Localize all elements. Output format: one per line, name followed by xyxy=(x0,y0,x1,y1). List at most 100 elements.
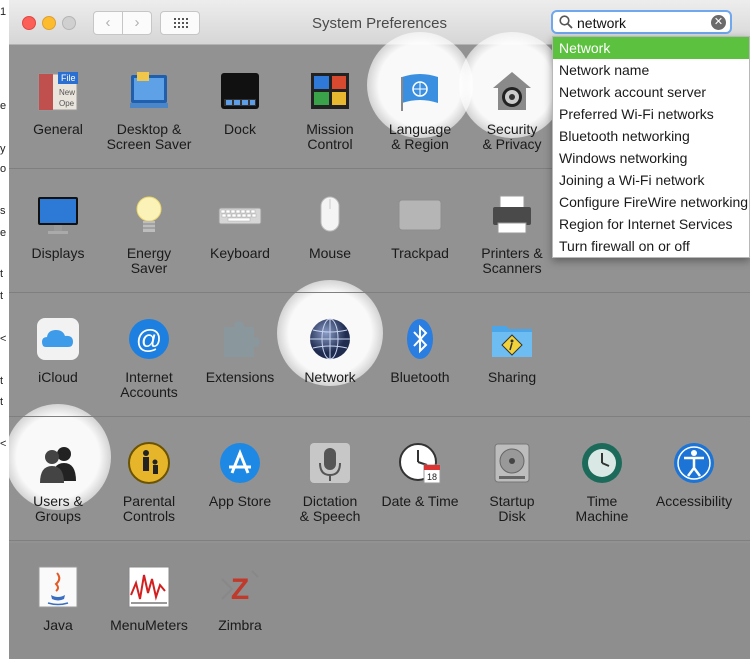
pref-pane-displays[interactable]: Displays xyxy=(13,193,103,261)
pref-pane-label: Language & Region xyxy=(388,121,452,152)
pref-pane-trackpad[interactable]: Trackpad xyxy=(375,193,465,261)
pref-pane-label: Time Machine xyxy=(575,493,629,524)
svg-text:18: 18 xyxy=(427,472,437,482)
at-sign-icon: @ xyxy=(127,317,171,361)
dock-icon xyxy=(218,69,262,113)
pref-pane-label: MenuMeters xyxy=(110,617,188,633)
cloud-icon xyxy=(36,317,80,361)
zimbra-icon: Z xyxy=(218,565,262,609)
menumeters-icon xyxy=(127,565,171,609)
search-suggestion-item[interactable]: Network name xyxy=(553,59,749,81)
pref-pane-network[interactable]: Network xyxy=(285,317,375,385)
hard-disk-icon xyxy=(490,441,534,485)
pref-pane-label: Internet Accounts xyxy=(120,369,178,400)
svg-text:File: File xyxy=(61,73,76,83)
pref-pane-desktop-screen-saver[interactable]: Desktop & Screen Saver xyxy=(104,69,194,152)
pref-pane-keyboard[interactable]: Keyboard xyxy=(195,193,285,261)
pref-pane-label: Displays xyxy=(31,245,85,261)
mouse-icon xyxy=(308,193,352,237)
pref-pane-internet-accounts[interactable]: @ Internet Accounts xyxy=(104,317,194,400)
pref-pane-label: App Store xyxy=(208,493,272,509)
globe-icon xyxy=(308,317,352,361)
pref-pane-bluetooth[interactable]: Bluetooth xyxy=(375,317,465,385)
accessibility-icon xyxy=(672,441,716,485)
pref-pane-label: Startup Disk xyxy=(489,493,535,524)
search-suggestions-menu: Network Network name Network account serve… xyxy=(552,36,750,258)
users-icon xyxy=(36,441,80,485)
search-suggestion-item[interactable]: Region for Internet Services xyxy=(553,213,749,235)
desktop-icon xyxy=(127,69,171,113)
pref-pane-extensions[interactable]: Extensions xyxy=(195,317,285,385)
search-field[interactable]: ✕ xyxy=(551,10,732,34)
search-suggestion-item[interactable]: Network account server xyxy=(553,81,749,103)
pref-pane-dictation-speech[interactable]: Dictation & Speech xyxy=(285,441,375,524)
preference-row: Java MenuMeters Z Zimbra xyxy=(9,543,750,659)
pref-pane-parental-controls[interactable]: Parental Controls xyxy=(104,441,194,524)
keyboard-icon xyxy=(218,193,262,237)
pref-pane-label: Dock xyxy=(224,121,256,137)
parental-icon xyxy=(127,441,171,485)
lightbulb-icon xyxy=(127,193,171,237)
search-suggestion-item[interactable]: Preferred Wi-Fi networks xyxy=(553,103,749,125)
pref-pane-time-machine[interactable]: Time Machine xyxy=(557,441,647,524)
java-icon xyxy=(36,565,80,609)
svg-text:Ope: Ope xyxy=(59,99,75,108)
house-lock-icon xyxy=(490,69,534,113)
search-suggestion-item[interactable]: Configure FireWire networking xyxy=(553,191,749,213)
pref-pane-label: Mouse xyxy=(308,245,352,261)
trackpad-icon xyxy=(398,193,442,237)
search-suggestion-item[interactable]: Windows networking xyxy=(553,147,749,169)
pref-pane-icloud[interactable]: iCloud xyxy=(13,317,103,385)
pref-pane-dock[interactable]: Dock xyxy=(195,69,285,137)
pref-pane-label: Users & Groups xyxy=(33,493,83,524)
pref-pane-security-privacy[interactable]: Security & Privacy xyxy=(467,69,557,152)
preference-row: Users & Groups Parental Controls App Store… xyxy=(9,404,750,543)
pref-pane-label: Network xyxy=(304,369,356,385)
pref-pane-label: General xyxy=(33,121,83,137)
pref-pane-energy-saver[interactable]: Energy Saver xyxy=(104,193,194,276)
pref-pane-label: Security & Privacy xyxy=(482,121,542,152)
monitor-icon xyxy=(36,193,80,237)
pref-pane-label: Accessibility xyxy=(655,493,733,509)
pref-pane-printers-scanners[interactable]: Printers & Scanners xyxy=(467,193,557,276)
search-suggestion-item[interactable]: Turn firewall on or off xyxy=(553,235,749,257)
pref-pane-label: Mission Control xyxy=(306,121,354,152)
sharing-folder-icon xyxy=(490,317,534,361)
pref-pane-label: Trackpad xyxy=(391,245,449,261)
pref-pane-language-region[interactable]: Language & Region xyxy=(375,69,465,152)
search-suggestion-item[interactable]: Network xyxy=(553,37,749,59)
pref-pane-label: Extensions xyxy=(205,369,275,385)
pref-pane-label: Desktop & Screen Saver xyxy=(106,121,192,152)
pref-pane-label: Parental Controls xyxy=(122,493,176,524)
app-store-icon xyxy=(218,441,262,485)
pref-pane-label: Keyboard xyxy=(210,245,270,261)
pref-pane-app-store[interactable]: App Store xyxy=(195,441,285,509)
bluetooth-icon xyxy=(398,317,442,361)
pref-pane-accessibility[interactable]: Accessibility xyxy=(649,441,739,509)
pref-pane-startup-disk[interactable]: Startup Disk xyxy=(467,441,557,524)
row-divider xyxy=(9,540,750,541)
pref-pane-label: Bluetooth xyxy=(390,369,450,385)
row-divider xyxy=(9,292,750,293)
search-suggestion-item[interactable]: Joining a Wi-Fi network xyxy=(553,169,749,191)
pref-pane-general[interactable]: File New Ope General xyxy=(13,69,103,137)
pref-pane-java[interactable]: Java xyxy=(13,565,103,633)
mission-control-icon xyxy=(308,69,352,113)
pref-pane-users-groups[interactable]: Users & Groups xyxy=(13,441,103,524)
time-machine-icon xyxy=(580,441,624,485)
pref-pane-zimbra[interactable]: Z Zimbra xyxy=(195,565,285,633)
pref-pane-mouse[interactable]: Mouse xyxy=(285,193,375,261)
search-suggestion-item[interactable]: Bluetooth networking xyxy=(553,125,749,147)
pref-pane-label: Printers & Scanners xyxy=(481,245,543,276)
preference-row: iCloud @ Internet Accounts Extensions Networ… xyxy=(9,280,750,419)
printer-icon xyxy=(490,193,534,237)
pref-pane-mission-control[interactable]: Mission Control xyxy=(285,69,375,152)
pref-pane-sharing[interactable]: Sharing xyxy=(467,317,557,385)
pref-pane-menumeters[interactable]: MenuMeters xyxy=(104,565,194,633)
pref-pane-date-time[interactable]: 18 Date & Time xyxy=(375,441,465,509)
search-input[interactable] xyxy=(577,14,705,31)
pref-pane-label: Sharing xyxy=(487,369,537,385)
pref-pane-label: iCloud xyxy=(38,369,78,385)
clear-search-icon[interactable]: ✕ xyxy=(711,15,726,30)
puzzle-icon xyxy=(218,317,262,361)
